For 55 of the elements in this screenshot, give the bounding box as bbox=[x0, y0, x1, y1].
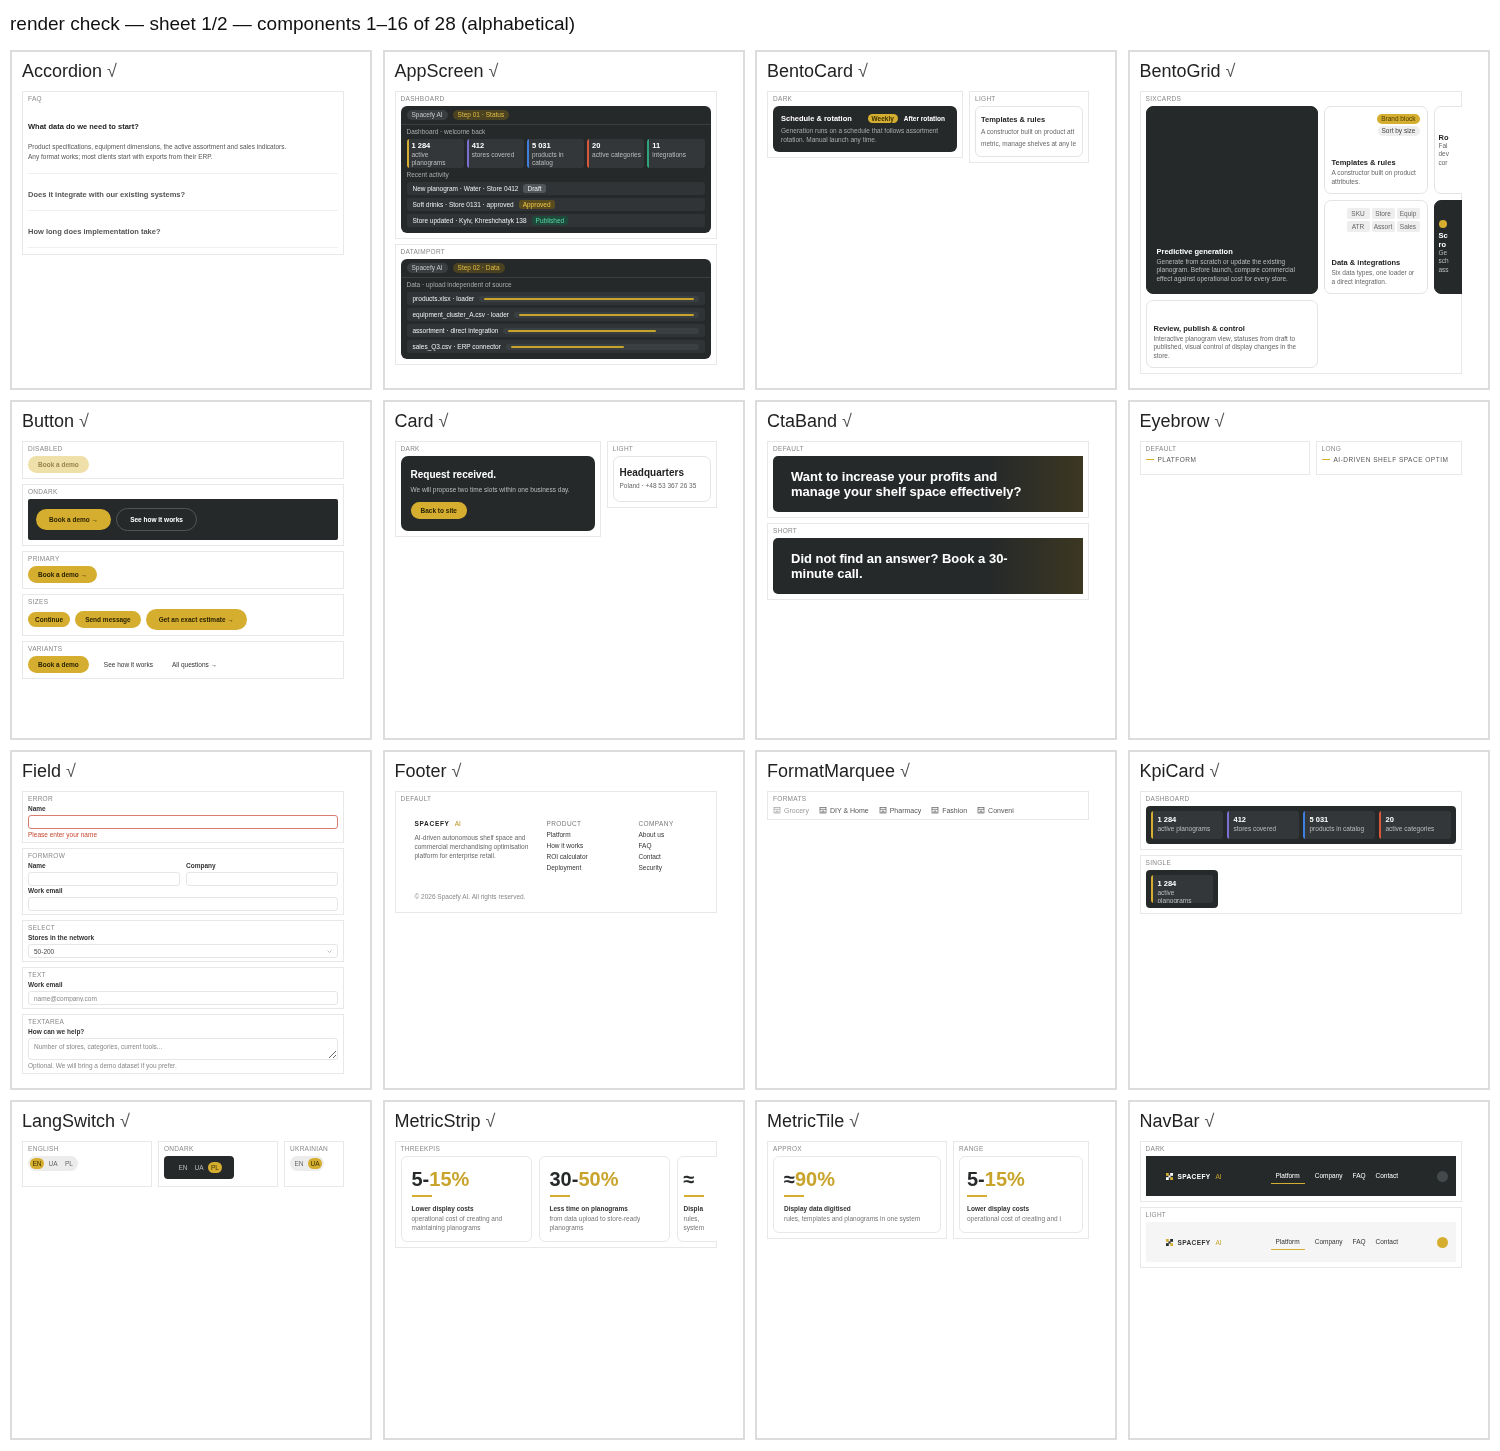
card-title: Headquarters bbox=[619, 467, 684, 478]
accent-line bbox=[1321, 459, 1330, 460]
panel-title: Eyebrow bbox=[1139, 410, 1210, 433]
logo-icon bbox=[1165, 1172, 1173, 1180]
panel-title: BentoCard bbox=[767, 60, 854, 83]
panel-title: MetricTile bbox=[767, 1110, 845, 1133]
panel-title: NavBar bbox=[1139, 1110, 1200, 1133]
check-mark: √ bbox=[451, 760, 462, 783]
card-title: Request received. bbox=[410, 469, 497, 480]
store-icon bbox=[818, 806, 827, 814]
check-mark: √ bbox=[1204, 1110, 1215, 1133]
metric-value: 5-15% bbox=[967, 1168, 1026, 1190]
panel-title: Card bbox=[394, 410, 434, 433]
metric-value: ≈90% bbox=[784, 1168, 836, 1190]
check-mark: √ bbox=[488, 60, 499, 83]
metric-value: 30-50% bbox=[549, 1168, 620, 1190]
action-button[interactable] bbox=[1436, 1236, 1448, 1248]
store-icon bbox=[977, 806, 986, 814]
check-mark: √ bbox=[66, 760, 76, 783]
panel-title: FormatMarquee bbox=[767, 760, 896, 783]
store-icon bbox=[878, 806, 887, 814]
panel-title: Accordion bbox=[22, 60, 103, 83]
page-title: render check — sheet 1/2 — components 1–16 of 28 (alphabetical) bbox=[10, 12, 577, 36]
metric-value: 5-15% bbox=[411, 1168, 471, 1190]
check-mark: √ bbox=[858, 60, 868, 83]
panel-title: MetricStrip bbox=[394, 1110, 481, 1133]
store-icon bbox=[931, 806, 940, 814]
logo-icon bbox=[1165, 1238, 1173, 1246]
metric-value: ≈ bbox=[683, 1168, 696, 1190]
chevron-down-icon bbox=[327, 949, 332, 953]
panel-title: AppScreen bbox=[394, 60, 484, 83]
check-mark: √ bbox=[120, 1110, 130, 1133]
cta-heading: Did not find an answer? Book a 30-minute call. bbox=[791, 551, 1009, 581]
panel-title: Field bbox=[22, 760, 61, 783]
check-mark: √ bbox=[1209, 760, 1220, 783]
panel-title: Footer bbox=[394, 760, 447, 783]
text-field[interactable] bbox=[28, 815, 338, 829]
check-mark: √ bbox=[485, 1110, 496, 1133]
panel-title: Button bbox=[22, 410, 75, 433]
check-mark: √ bbox=[849, 1110, 860, 1133]
action-button[interactable] bbox=[1436, 1170, 1448, 1182]
check-mark: √ bbox=[79, 410, 89, 433]
accent-line bbox=[1145, 459, 1154, 460]
panel-title: CtaBand bbox=[767, 410, 838, 433]
check-mark: √ bbox=[107, 60, 117, 83]
check-mark: √ bbox=[1214, 410, 1225, 433]
check-mark: √ bbox=[1225, 60, 1236, 83]
store-icon bbox=[773, 806, 781, 814]
panel-title: BentoGrid bbox=[1139, 60, 1221, 83]
check-mark: √ bbox=[900, 760, 910, 783]
check-mark: √ bbox=[438, 410, 449, 433]
panel-title: KpiCard bbox=[1139, 760, 1205, 783]
cta-heading: Want to increase your profits and manage your shelf space effectively? bbox=[791, 469, 1023, 499]
panel-title: LangSwitch bbox=[22, 1110, 116, 1133]
check-mark: √ bbox=[842, 410, 852, 433]
